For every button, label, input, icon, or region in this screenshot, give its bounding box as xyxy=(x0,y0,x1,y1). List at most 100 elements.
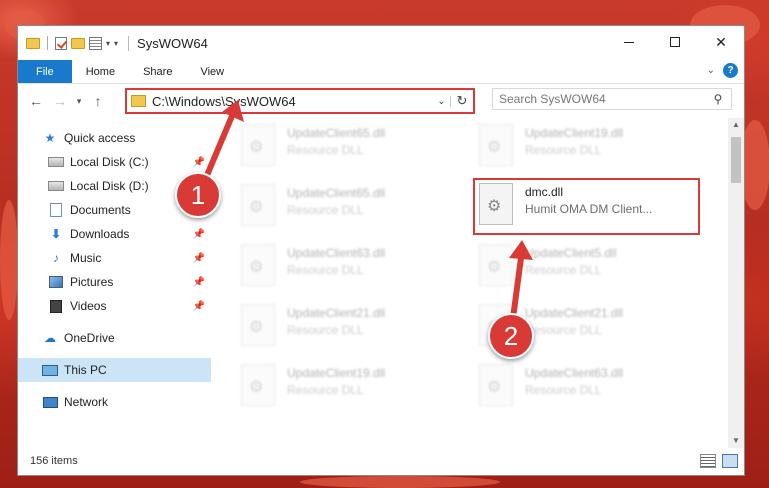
sidebar-item-pictures[interactable]: Pictures 📌 xyxy=(18,270,211,294)
properties-check-icon[interactable] xyxy=(55,36,67,50)
file-name: UpdateClient19.dll xyxy=(287,366,386,380)
minimize-button[interactable] xyxy=(606,26,652,58)
list-item[interactable]: UpdateClient19.dll Resource DLL xyxy=(479,124,689,174)
explorer-window: ▾ ▾ SysWOW64 ✕ File Home Share View ⌄ ? … xyxy=(17,25,745,476)
large-icons-view-icon[interactable] xyxy=(722,454,738,468)
maximize-icon xyxy=(670,37,680,47)
list-item[interactable]: UpdateClient5.dll Resource DLL xyxy=(479,244,689,294)
videos-icon xyxy=(50,299,62,313)
file-name: UpdateClient63.dll xyxy=(525,366,624,380)
list-item[interactable]: UpdateClient65.dll Resource DLL xyxy=(241,124,451,174)
file-type: Resource DLL xyxy=(525,323,602,337)
title-bar: ▾ ▾ SysWOW64 ✕ xyxy=(18,26,744,60)
scroll-down-icon[interactable]: ▼ xyxy=(728,434,744,448)
document-icon xyxy=(50,203,62,217)
expand-ribbon-icon[interactable]: ⌄ xyxy=(707,65,715,76)
file-name: UpdateClient5.dll xyxy=(525,246,617,260)
sidebar-item-label: OneDrive xyxy=(64,331,115,345)
back-arrow-icon[interactable]: ← xyxy=(24,93,48,109)
maximize-button[interactable] xyxy=(652,26,698,58)
sidebar-item-onedrive[interactable]: ☁ OneDrive xyxy=(18,326,211,350)
address-path[interactable]: C:\Windows\SysWOW64 xyxy=(152,94,433,109)
sidebar-item-this-pc[interactable]: This PC xyxy=(18,358,211,382)
dmc-dll-file[interactable]: dmc.dll Humit OMA DM Client... xyxy=(473,178,700,235)
pin-icon[interactable]: 📌 xyxy=(193,301,205,312)
new-folder-icon[interactable] xyxy=(71,37,85,49)
sidebar-item-label: This PC xyxy=(64,363,107,377)
item-count: 156 items xyxy=(30,455,78,467)
sidebar-item-label: Local Disk (D:) xyxy=(70,179,149,193)
folder-icon xyxy=(131,95,146,107)
pin-icon[interactable]: 📌 xyxy=(193,253,205,264)
list-item[interactable]: UpdateClient63.dll Resource DLL xyxy=(241,244,451,294)
file-type: Humit OMA DM Client... xyxy=(525,202,653,216)
tab-home[interactable]: Home xyxy=(72,60,129,83)
refresh-icon[interactable]: ↻ xyxy=(451,93,473,109)
file-type: Resource DLL xyxy=(287,323,364,337)
drive-icon xyxy=(48,157,64,167)
cloud-icon: ☁ xyxy=(44,331,56,345)
pictures-icon xyxy=(49,276,63,288)
address-bar[interactable]: C:\Windows\SysWOW64 ⌄ ↻ xyxy=(125,88,475,114)
music-icon: ♪ xyxy=(53,251,59,265)
search-input[interactable]: Search SysWOW64 ⚲ xyxy=(492,88,732,110)
sidebar-item-label: Pictures xyxy=(70,275,114,289)
close-button[interactable]: ✕ xyxy=(698,26,744,58)
list-item[interactable]: UpdateClient21.dll Resource DLL xyxy=(241,304,451,354)
navigation-bar: ← → ▾ ↑ C:\Windows\SysWOW64 ⌄ ↻ Search S… xyxy=(18,84,744,118)
chevron-down-icon[interactable]: ▾ xyxy=(106,39,110,48)
address-dropdown-icon[interactable]: ⌄ xyxy=(433,95,451,107)
minimize-icon xyxy=(624,41,634,43)
customize-toolbar-icon[interactable]: ▾ xyxy=(114,39,118,48)
properties-icon[interactable] xyxy=(89,36,102,50)
file-type: Resource DLL xyxy=(287,263,364,277)
help-icon[interactable]: ? xyxy=(723,63,738,78)
tab-view[interactable]: View xyxy=(186,60,238,83)
sidebar-item-downloads[interactable]: ⬇ Downloads 📌 xyxy=(18,222,211,246)
sidebar-item-label: Network xyxy=(64,395,109,409)
file-type: Resource DLL xyxy=(287,143,364,157)
pin-icon[interactable]: 📌 xyxy=(193,157,205,168)
search-placeholder: Search SysWOW64 xyxy=(499,92,606,106)
file-name: dmc.dll xyxy=(525,185,564,199)
file-type: Resource DLL xyxy=(525,263,602,277)
dll-file-icon xyxy=(479,364,513,406)
file-list: UpdateClient65.dll Resource DLL UpdateCli… xyxy=(211,118,744,448)
list-item[interactable]: UpdateClient65.dll Resource DLL xyxy=(241,184,451,234)
sidebar-item-label: Videos xyxy=(70,299,107,313)
pin-icon[interactable]: 📌 xyxy=(193,277,205,288)
sidebar-item-music[interactable]: ♪ Music 📌 xyxy=(18,246,211,270)
forward-arrow-icon[interactable]: → xyxy=(48,93,72,109)
scrollbar-thumb[interactable] xyxy=(731,137,741,183)
list-item[interactable]: UpdateClient19.dll Resource DLL xyxy=(241,364,451,414)
callout-step-1: 1 xyxy=(175,172,221,218)
window-title: SysWOW64 xyxy=(128,35,208,51)
sidebar-item-label: Downloads xyxy=(70,227,130,241)
scroll-up-icon[interactable]: ▲ xyxy=(728,118,744,132)
details-view-icon[interactable] xyxy=(700,454,716,468)
download-icon: ⬇ xyxy=(50,227,62,241)
dll-file-icon xyxy=(479,244,513,286)
pin-icon[interactable]: 📌 xyxy=(193,229,205,240)
sidebar-item-label: Music xyxy=(70,251,102,265)
ribbon-tabs: File Home Share View ⌄ ? xyxy=(18,60,744,84)
sidebar-item-quick-access[interactable]: ★ Quick access xyxy=(18,126,211,150)
close-icon: ✕ xyxy=(715,33,727,50)
vertical-scrollbar[interactable]: ▲ ▼ xyxy=(728,118,744,448)
file-name: UpdateClient19.dll xyxy=(525,126,624,140)
tab-share[interactable]: Share xyxy=(129,60,186,83)
up-arrow-icon[interactable]: ↑ xyxy=(86,93,110,109)
dll-file-icon xyxy=(241,304,275,346)
recent-locations-icon[interactable]: ▾ xyxy=(72,96,86,107)
sidebar-item-videos[interactable]: Videos 📌 xyxy=(18,294,211,318)
search-icon[interactable]: ⚲ xyxy=(711,92,725,106)
sidebar-item-local-disk-c[interactable]: Local Disk (C:) 📌 xyxy=(18,150,211,174)
sidebar-item-label: Documents xyxy=(70,203,131,217)
tab-file[interactable]: File xyxy=(18,60,72,83)
sidebar-item-network[interactable]: Network xyxy=(18,390,211,414)
list-item[interactable]: UpdateClient63.dll Resource DLL xyxy=(479,364,689,414)
folder-icon[interactable] xyxy=(26,37,40,49)
file-type: Resource DLL xyxy=(525,143,602,157)
file-name: UpdateClient63.dll xyxy=(287,246,386,260)
status-bar: 156 items xyxy=(18,447,744,475)
